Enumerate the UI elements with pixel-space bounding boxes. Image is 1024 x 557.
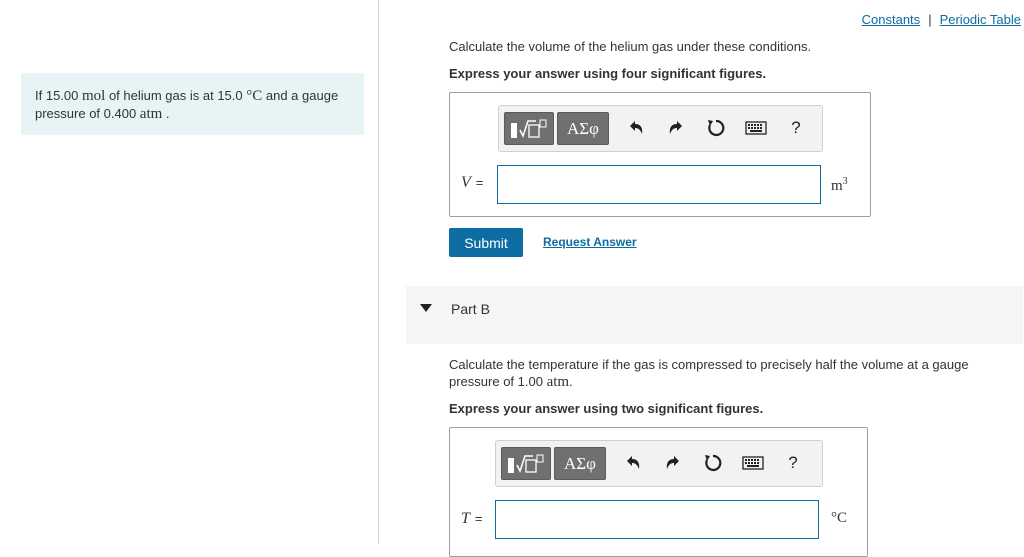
temperature-unit: °C (831, 510, 848, 526)
part-b-question-line-1: Calculate the temperature if the gas is … (449, 357, 969, 372)
part-b-question-text: pressure of 1.00 (449, 374, 547, 389)
variable-t: T (461, 510, 470, 527)
part-b-instruction: Express your answer using two significan… (449, 401, 764, 416)
problem-statement: If 15.00 mol of helium gas is at 15.0 °C… (21, 73, 364, 135)
greek-symbols-button[interactable]: ΑΣφ (554, 447, 606, 480)
volume-unit: m3 (831, 176, 848, 195)
constants-link[interactable]: Constants (862, 12, 921, 27)
part-b-math-toolbar: ΑΣφ ? (495, 440, 823, 487)
problem-text-2: of helium gas is at 15.0 (105, 88, 247, 103)
templates-button[interactable] (501, 447, 551, 480)
variable-v-label: V = (461, 174, 483, 192)
temperature-answer-input[interactable] (495, 500, 819, 539)
part-a-instruction: Express your answer using four significa… (449, 66, 767, 81)
column-divider (378, 0, 379, 544)
equals-sign: = (474, 511, 483, 526)
link-separator: | (928, 12, 932, 27)
part-b-header[interactable] (406, 286, 1023, 344)
redo-icon[interactable] (665, 117, 687, 139)
part-b-answer-box: ΑΣφ ? T = °C (449, 427, 868, 557)
undo-icon[interactable] (625, 117, 647, 139)
help-button[interactable]: ? (782, 452, 804, 474)
equals-sign: = (475, 175, 484, 190)
reset-icon[interactable] (702, 452, 724, 474)
undo-icon[interactable] (622, 452, 644, 474)
part-b-label[interactable]: Part B (451, 301, 490, 317)
templates-icon (511, 119, 547, 138)
part-b-question-end: . (569, 374, 573, 389)
keyboard-icon[interactable] (745, 117, 767, 139)
redo-icon[interactable] (662, 452, 684, 474)
variable-v: V (461, 174, 471, 191)
greek-symbols-button[interactable]: ΑΣφ (557, 112, 609, 145)
keyboard-icon[interactable] (742, 452, 764, 474)
problem-text-1: If 15.00 (35, 88, 82, 103)
problem-text-4: . (162, 106, 170, 121)
part-b-unit-atm: atm (546, 374, 570, 390)
templates-button[interactable] (504, 112, 554, 145)
unit-m: m (831, 178, 843, 194)
part-a-math-toolbar: ΑΣφ ? (498, 105, 823, 152)
part-b-question-line-2: pressure of 1.00 atm. (449, 373, 573, 391)
periodic-table-link[interactable]: Periodic Table (940, 12, 1021, 27)
part-a-question: Calculate the volume of the helium gas u… (449, 39, 812, 54)
variable-t-label: T = (461, 510, 483, 528)
templates-icon (508, 454, 544, 473)
collapse-caret-icon[interactable] (420, 304, 432, 312)
part-a-answer-box: ΑΣφ ? V = m3 (449, 92, 871, 217)
top-links: Constants | Periodic Table (862, 12, 1021, 27)
request-answer-link[interactable]: Request Answer (543, 235, 637, 249)
unit-mol: mol (81, 88, 106, 104)
unit-atm: atm (139, 106, 163, 122)
volume-answer-input[interactable] (497, 165, 821, 204)
unit-degc: °C (246, 88, 263, 104)
unit-exponent: 3 (842, 176, 848, 187)
help-button[interactable]: ? (785, 117, 807, 139)
submit-button[interactable]: Submit (449, 228, 523, 257)
reset-icon[interactable] (705, 117, 727, 139)
